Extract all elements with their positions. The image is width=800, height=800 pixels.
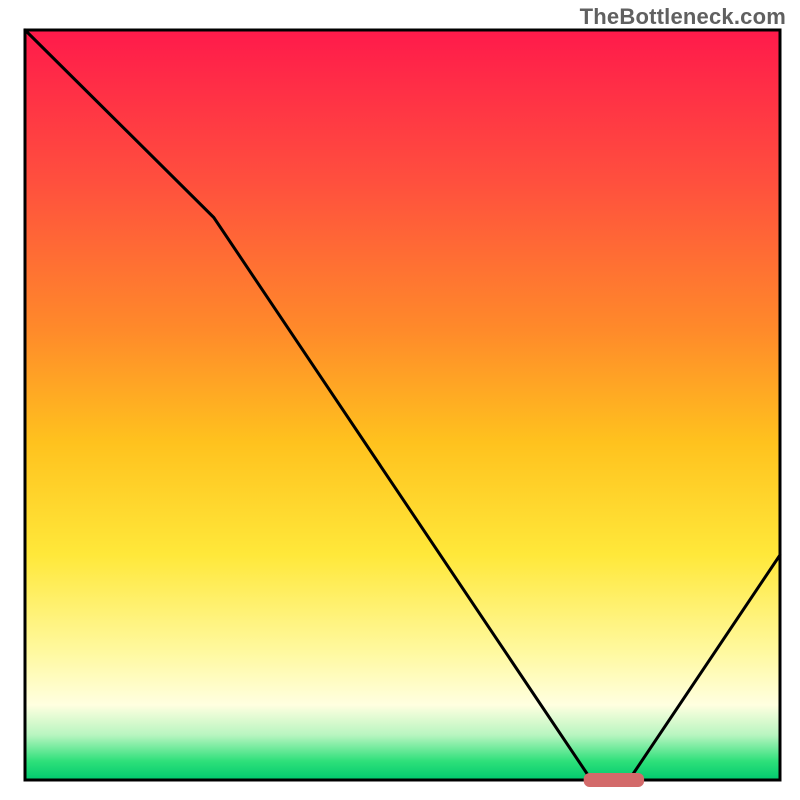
chart-svg [0,0,800,800]
optimal-range-marker [584,773,644,787]
chart-container: { "watermark": "TheBottleneck.com", "cha… [0,0,800,800]
